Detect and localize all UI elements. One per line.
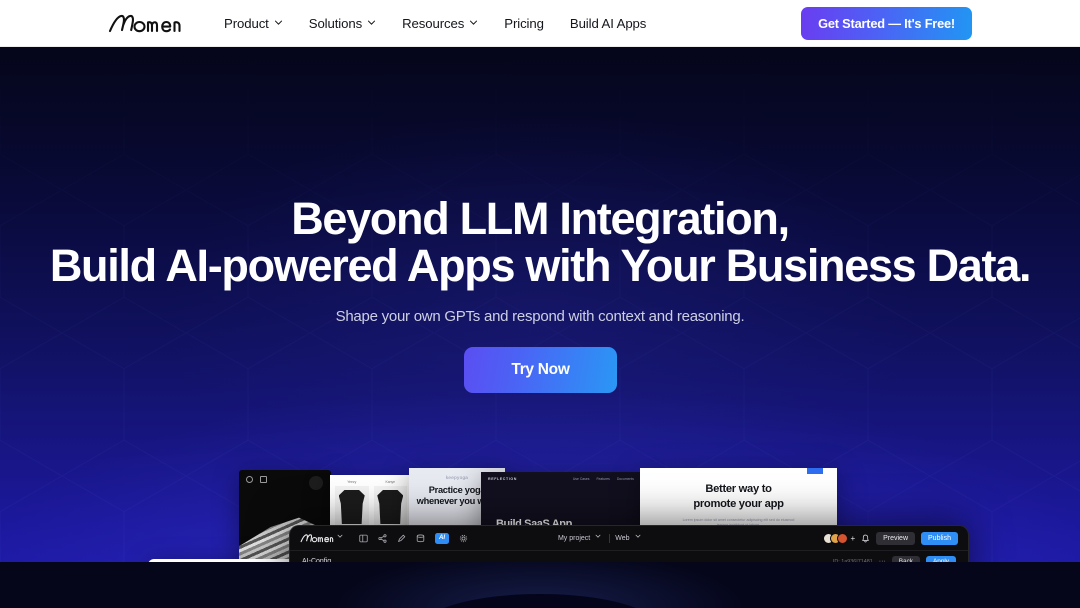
chevron-down-icon	[274, 18, 283, 27]
saas-card-header: REFLECTION Use Cases Features Documents	[481, 472, 641, 486]
nav-item-resources[interactable]: Resources	[389, 16, 491, 31]
try-now-button[interactable]: Try Now	[464, 347, 617, 393]
headline-line-1: Beyond LLM Integration,	[291, 193, 790, 244]
screenshot-card-editor[interactable]: AI My project Web + Preview Publish AI-C…	[289, 525, 969, 562]
apparel-grid: Yeezy Kanye	[330, 475, 412, 530]
database-icon[interactable]	[416, 533, 425, 543]
editor-project-name[interactable]: My project	[558, 535, 590, 542]
more-options-icon[interactable]: ···	[879, 558, 886, 562]
saas-brand-label: REFLECTION	[488, 477, 517, 481]
promote-accent-bar	[807, 468, 823, 474]
momen-logo-icon	[108, 14, 181, 33]
divider	[609, 533, 611, 543]
search-icon	[246, 476, 253, 483]
bell-icon[interactable]	[861, 534, 870, 543]
chevron-down-icon	[337, 533, 346, 542]
add-collaborator-icon[interactable]: +	[850, 534, 855, 543]
below-hero-section	[0, 562, 1080, 608]
editor-subheader-right: ID: 1a936I71481 ··· Back Apply	[832, 555, 956, 563]
nav-item-label: Pricing	[504, 15, 544, 31]
nav-item-product[interactable]: Product	[211, 16, 296, 31]
saas-title: Build SaaS App	[496, 518, 572, 530]
nav-item-solutions[interactable]: Solutions	[296, 16, 389, 31]
promote-heading: Better way to promote your app	[640, 468, 837, 512]
nav-item-label: Build AI Apps	[569, 15, 647, 31]
editor-momen-logo[interactable]	[300, 533, 346, 543]
chevron-down-icon	[367, 18, 376, 27]
publish-button[interactable]: Publish	[921, 531, 958, 545]
hero-subtitle: Shape your own GPTs and respond with con…	[335, 308, 745, 325]
apparel-item: Kanye	[373, 480, 407, 530]
nav-item-label: Solutions	[308, 15, 363, 31]
editor-id-label: ID: 1a936I71481	[832, 558, 873, 563]
yoga-heading-line-1: Practice yoga	[428, 485, 486, 495]
avatar	[837, 532, 849, 544]
editor-platform-name[interactable]: Web	[615, 535, 629, 542]
nav-links: Product Solutions Resources Pricing Buil…	[211, 16, 659, 31]
gear-icon[interactable]	[459, 534, 468, 543]
preview-button[interactable]: Preview	[876, 531, 916, 545]
chevron-down-icon	[595, 533, 604, 542]
layout-icon[interactable]	[359, 534, 368, 543]
chevron-down-icon	[469, 18, 478, 27]
saas-nav-item: Use Cases	[572, 477, 590, 481]
nav-item-pricing[interactable]: Pricing	[491, 16, 557, 31]
momen-logo[interactable]	[108, 12, 182, 34]
editor-subheader: AI-Config ID: 1a936I71481 ··· Back Apply	[290, 550, 968, 562]
promote-heading-line-1: Better way to	[705, 483, 772, 495]
apparel-item-image	[373, 486, 407, 530]
nav-item-label: Product	[224, 15, 269, 31]
apparel-item-image	[335, 486, 369, 530]
ai-icon[interactable]: AI	[435, 532, 449, 544]
apparel-item: Yeezy	[335, 480, 369, 530]
apply-button[interactable]: Apply	[926, 555, 956, 562]
saas-nav-item: Features	[596, 477, 610, 481]
headline-line-2: Build AI-powered Apps with Your Business…	[49, 240, 1032, 291]
saas-nav-item: Documents	[616, 477, 634, 481]
nav-item-build-ai-apps[interactable]: Build AI Apps	[557, 16, 659, 31]
momen-logo-icon	[300, 534, 334, 543]
get-started-button[interactable]: Get Started — It's Free!	[801, 7, 972, 40]
hero-section: Beyond LLM Integration, Build AI-powered…	[0, 47, 1080, 562]
back-button[interactable]: Back	[891, 555, 920, 562]
page-title: Beyond LLM Integration, Build AI-powered…	[0, 195, 1080, 289]
editor-toolbar: AI My project Web + Preview Publish	[290, 526, 968, 550]
decorative-circle	[309, 476, 323, 490]
apparel-item-label: Kanye	[385, 480, 396, 484]
pen-icon[interactable]	[397, 534, 406, 543]
bag-icon	[260, 476, 267, 483]
apparel-item-label: Yeezy	[347, 480, 357, 484]
saas-nav: Use Cases Features Documents	[573, 477, 634, 481]
promote-heading-line-2: promote your app	[693, 498, 784, 510]
editor-project-selector: My project Web	[558, 533, 644, 543]
editor-tool-icons: AI	[359, 532, 468, 544]
editor-page-name: AI-Config	[302, 558, 332, 562]
chevron-down-icon	[635, 533, 644, 542]
share-icon[interactable]	[378, 533, 387, 543]
product-screenshot-collage: Yeezy Kanye keepyoga Practice yoga whene…	[0, 47, 1080, 562]
top-navigation-bar: Product Solutions Resources Pricing Buil…	[0, 0, 1080, 47]
collaborator-avatars[interactable]: +	[823, 532, 855, 544]
editor-toolbar-right: + Preview Publish	[823, 531, 958, 545]
nav-item-label: Resources	[402, 15, 465, 31]
